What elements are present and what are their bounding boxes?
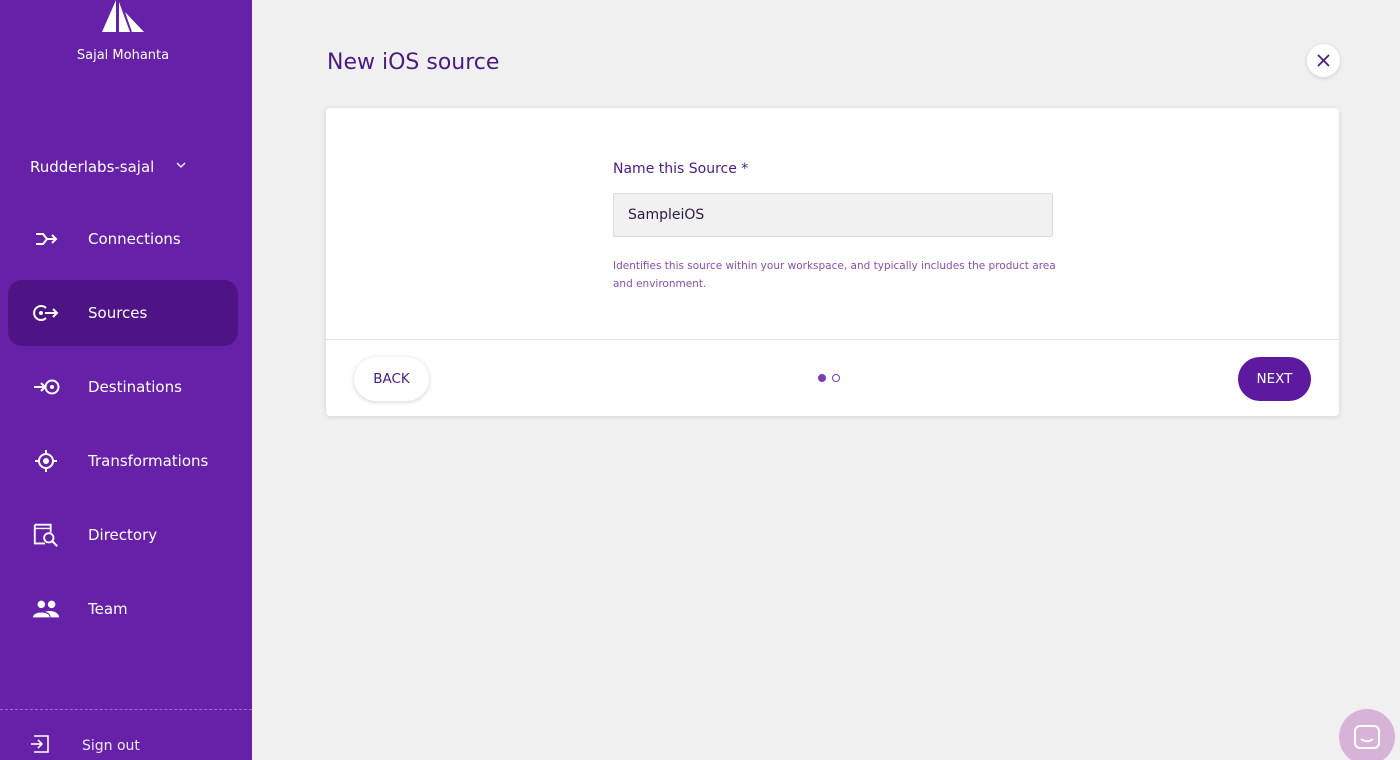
- sidebar-item-label: Transformations: [88, 452, 209, 470]
- close-button[interactable]: [1307, 44, 1340, 77]
- sidebar-item-transformations[interactable]: Transformations: [8, 428, 238, 494]
- sign-out-label: Sign out: [82, 738, 140, 754]
- connections-icon: [32, 225, 60, 253]
- sidebar-item-label: Connections: [88, 230, 181, 248]
- sidebar: Sajal Mohanta Rudderlabs-sajal Connectio…: [0, 0, 252, 760]
- workspace-name: Rudderlabs-sajal: [30, 158, 155, 176]
- user-name: Sajal Mohanta: [76, 48, 170, 63]
- card-divider: [326, 339, 1339, 340]
- transformations-icon: [32, 447, 60, 475]
- chevron-down-icon: [176, 161, 186, 172]
- sidebar-item-label: Team: [88, 600, 128, 618]
- sources-icon: [32, 299, 60, 327]
- sidebar-item-team[interactable]: Team: [8, 576, 238, 642]
- sidebar-divider: [0, 709, 252, 710]
- source-name-label: Name this Source *: [613, 161, 749, 177]
- chat-icon: [1354, 725, 1380, 749]
- sign-out-icon: [30, 734, 52, 758]
- step-indicator: [818, 374, 840, 382]
- chat-launcher-button[interactable]: [1339, 709, 1395, 760]
- source-name-input[interactable]: [613, 193, 1053, 237]
- back-button[interactable]: BACK: [354, 357, 429, 401]
- step-dot: [832, 374, 840, 382]
- sign-out-button[interactable]: Sign out: [30, 734, 140, 758]
- sidebar-item-sources[interactable]: Sources: [8, 280, 238, 346]
- directory-icon: [32, 521, 60, 549]
- close-icon: [1317, 54, 1330, 67]
- sidebar-item-destinations[interactable]: Destinations: [8, 354, 238, 420]
- sidebar-item-label: Destinations: [88, 378, 182, 396]
- step-dot-active: [818, 374, 826, 382]
- sidebar-item-connections[interactable]: Connections: [8, 206, 238, 272]
- page-title: New iOS source: [327, 50, 500, 75]
- team-icon: [32, 595, 60, 623]
- sidebar-item-label: Sources: [88, 304, 148, 322]
- sidebar-item-label: Directory: [88, 526, 158, 544]
- destinations-icon: [32, 373, 60, 401]
- next-button[interactable]: NEXT: [1238, 357, 1311, 401]
- source-name-help: Identifies this source within your works…: [613, 260, 1056, 290]
- workspace-selector[interactable]: Rudderlabs-sajal: [30, 158, 186, 176]
- source-setup-card: Name this Source * Identifies this sourc…: [326, 108, 1339, 416]
- sidebar-item-directory[interactable]: Directory: [8, 502, 238, 568]
- rudderstack-logo: [102, 0, 144, 32]
